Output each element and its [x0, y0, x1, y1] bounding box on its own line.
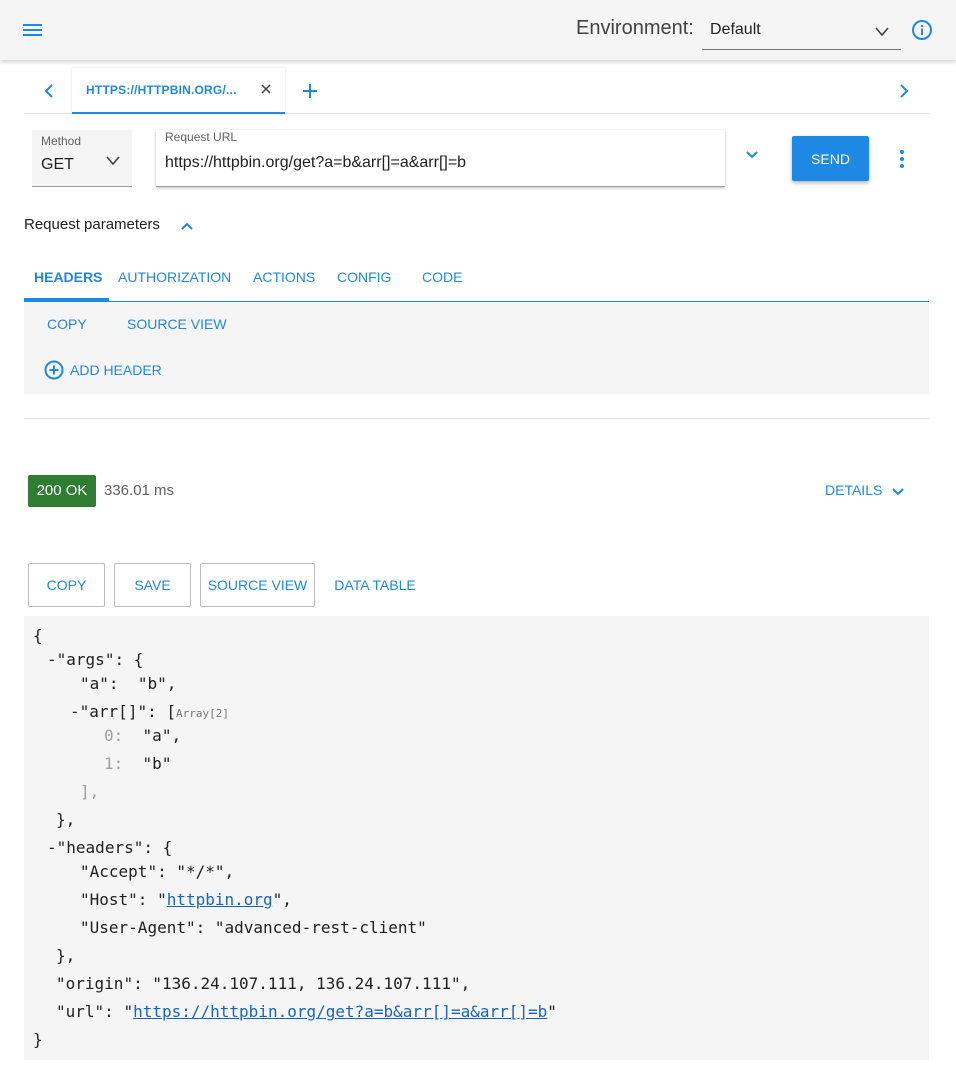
details-button[interactable]: DETAILS — [825, 482, 882, 498]
active-tab-indicator — [24, 298, 109, 301]
request-url-field: Request URL — [156, 130, 725, 187]
request-parameters-label: Request parameters — [24, 216, 160, 233]
request-editor-tabs: HEADERS AUTHORIZATION ACTIONS CONFIG COD… — [24, 258, 929, 302]
host-link[interactable]: httpbin.org — [167, 890, 273, 909]
json-line: "a": "b", — [80, 674, 177, 693]
app-toolbar: Environment: Default — [0, 0, 956, 60]
request-parameters-toggle[interactable]: Request parameters — [24, 216, 193, 238]
response-save-button[interactable]: SAVE — [114, 563, 191, 607]
json-line: { — [33, 626, 43, 645]
chevron-down-icon[interactable] — [890, 483, 906, 499]
response-source-view-button[interactable]: SOURCE VIEW — [200, 563, 315, 607]
json-viewer: { -"args": { "a": "b", -"arr[]": [Array[… — [24, 616, 929, 1060]
menu-icon[interactable] — [20, 18, 46, 42]
tab-actions[interactable]: ACTIONS — [253, 269, 315, 285]
response-data-table-button[interactable]: DATA TABLE — [323, 563, 427, 607]
json-line: }, — [56, 810, 76, 829]
method-select[interactable]: Method GET — [32, 130, 132, 187]
array-size-badge: Array[2] — [175, 707, 229, 720]
chevron-down-icon — [106, 153, 120, 167]
request-tab[interactable]: HTTPS://HTTPBIN.ORG/... — [72, 68, 285, 114]
chevron-right-icon[interactable] — [893, 80, 915, 102]
json-line: }, — [56, 946, 76, 965]
info-icon[interactable] — [910, 18, 934, 42]
json-line: } — [33, 1030, 43, 1049]
request-url-input[interactable] — [165, 154, 705, 172]
add-circle-icon — [44, 360, 64, 380]
collapse-toggle[interactable]: - — [47, 650, 57, 669]
json-line: -"headers": { — [47, 838, 173, 857]
tab-authorization[interactable]: AUTHORIZATION — [118, 269, 231, 285]
request-tab-label: HTTPS://HTTPBIN.ORG/... — [86, 83, 237, 97]
headers-copy-button[interactable]: COPY — [47, 316, 87, 332]
json-line: -"arr[]": [Array[2] — [70, 702, 229, 721]
headers-panel: COPY SOURCE VIEW ADD HEADER — [24, 302, 929, 394]
json-line: ], — [80, 782, 100, 801]
collapse-toggle[interactable]: - — [70, 702, 80, 721]
tab-headers[interactable]: HEADERS — [34, 269, 102, 285]
json-line: "url": "https://httpbin.org/get?a=b&arr[… — [56, 1002, 557, 1021]
tab-code[interactable]: CODE — [422, 269, 462, 285]
plus-icon[interactable] — [299, 80, 321, 102]
json-line: "origin": "136.24.107.111, 136.24.107.11… — [56, 974, 471, 993]
request-url-label: Request URL — [165, 130, 238, 144]
close-icon[interactable] — [259, 82, 273, 96]
response-copy-button[interactable]: COPY — [28, 563, 105, 607]
environment-select[interactable]: Default — [702, 12, 901, 50]
collapse-toggle[interactable]: - — [47, 838, 57, 857]
expand-more-icon[interactable] — [742, 145, 762, 165]
method-label: Method — [41, 134, 82, 148]
send-button[interactable]: SEND — [792, 136, 869, 181]
headers-source-view-button[interactable]: SOURCE VIEW — [127, 316, 227, 332]
response-time: 336.01 ms — [104, 482, 175, 499]
divider — [24, 418, 929, 419]
json-line: -"args": { — [47, 650, 144, 669]
json-line: "Host": "httpbin.org", — [80, 890, 292, 909]
json-line: 1: "b" — [104, 754, 172, 773]
json-line: "Accept": "*/*", — [80, 862, 235, 881]
json-line: "User-Agent": "advanced-rest-client" — [80, 918, 427, 937]
status-badge: 200 OK — [28, 475, 96, 507]
request-tabs-bar: HTTPS://HTTPBIN.ORG/... — [24, 68, 929, 114]
environment-label: Environment: — [576, 17, 694, 39]
add-header-label: ADD HEADER — [70, 362, 162, 378]
chevron-up-icon — [179, 218, 195, 234]
url-link[interactable]: https://httpbin.org/get?a=b&arr[]=a&arr[… — [133, 1002, 547, 1021]
more-vert-icon[interactable] — [892, 148, 912, 170]
method-value: GET — [41, 156, 74, 173]
chevron-left-icon[interactable] — [38, 80, 60, 102]
tab-config[interactable]: CONFIG — [337, 269, 391, 285]
environment-value: Default — [710, 21, 761, 38]
json-line: 0: "a", — [104, 726, 182, 745]
chevron-down-icon — [875, 24, 889, 38]
